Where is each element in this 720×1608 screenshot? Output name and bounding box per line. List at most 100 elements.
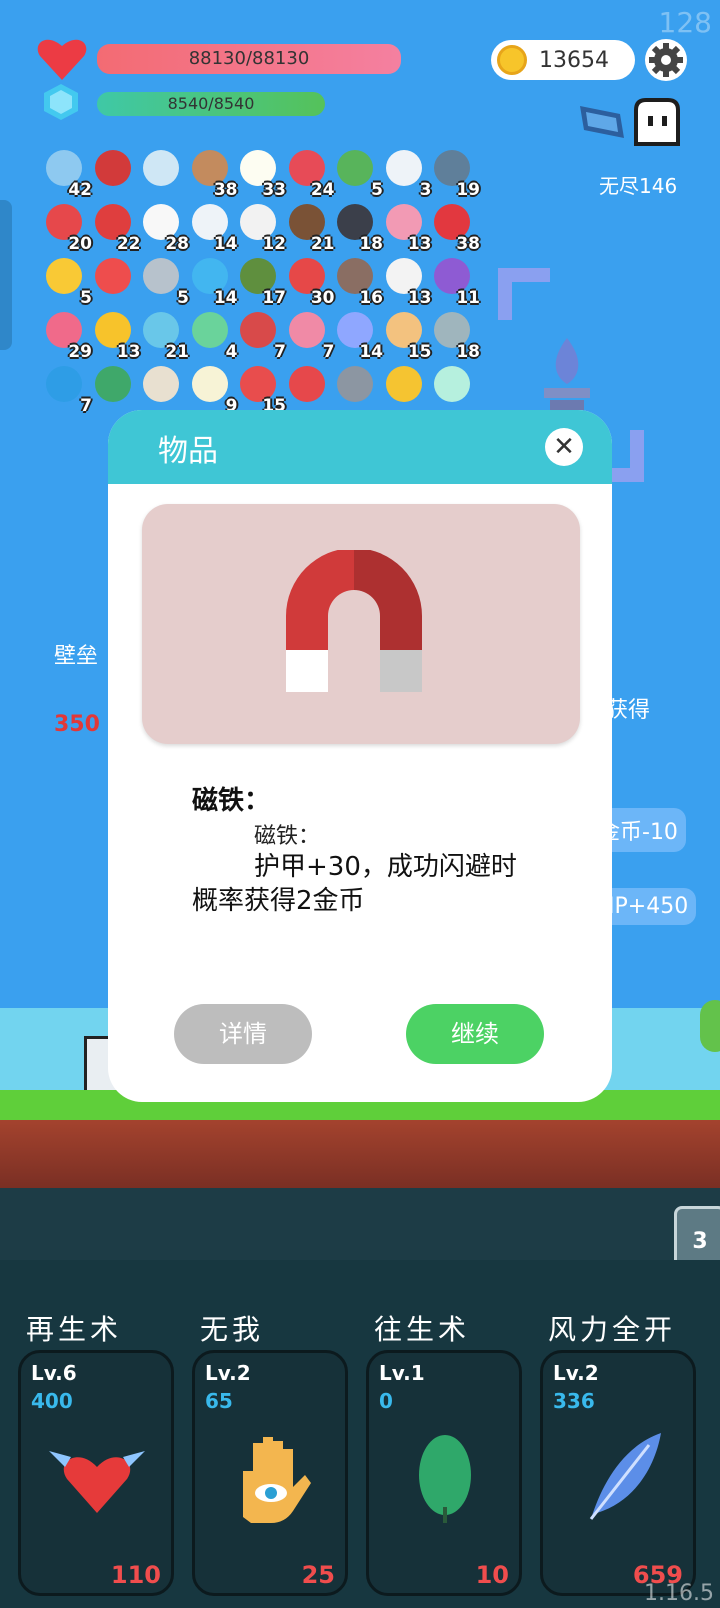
magnet-icon[interactable] — [91, 148, 137, 194]
tent-icon[interactable] — [91, 364, 137, 410]
badge-shield-icon[interactable]: 11 — [430, 256, 480, 308]
item-shape — [288, 366, 325, 402]
sun-orb-icon[interactable]: 5 — [42, 256, 92, 308]
lightbulb-icon[interactable]: 9 — [188, 364, 238, 416]
axe-icon[interactable] — [333, 364, 379, 410]
detail-button[interactable]: 详情 — [174, 1004, 312, 1064]
grenade-icon[interactable]: 17 — [236, 256, 286, 308]
ghost-icon[interactable] — [632, 98, 682, 148]
capsule-icon[interactable]: 15 — [236, 364, 286, 416]
tape-roll-icon[interactable]: 18 — [430, 310, 480, 362]
lamp-card-icon[interactable] — [430, 364, 476, 410]
item-count: 13 — [407, 234, 432, 254]
item-description: 护甲+30，成功闪避时概率获得2金币 — [192, 852, 517, 916]
skill-card[interactable]: Lv.2 65 25 — [192, 1350, 348, 1596]
chat-bubble-icon[interactable]: 14 — [188, 256, 238, 308]
item-shape — [337, 150, 373, 186]
skill-level: Lv.6 — [31, 1361, 77, 1385]
map-flag-icon[interactable] — [572, 100, 630, 150]
version-label: 1.16.5 — [644, 1581, 714, 1606]
potion-icon[interactable]: 21 — [139, 310, 189, 362]
item-count: 15 — [407, 342, 432, 362]
eye-hand-icon — [223, 1427, 319, 1527]
percent-card-icon[interactable] — [91, 256, 137, 302]
campfire-icon — [544, 338, 590, 410]
item-shape — [434, 366, 470, 402]
skill-level: Lv.2 — [205, 1361, 251, 1385]
crystal-icon — [44, 84, 78, 120]
apple-icon[interactable]: 38 — [430, 202, 480, 254]
item-name: 磁铁： — [192, 786, 271, 816]
crest-shield-icon[interactable]: 7 — [236, 310, 286, 362]
item-shape — [385, 150, 422, 186]
flower-icon[interactable]: 28 — [139, 202, 189, 254]
item-shape — [191, 366, 228, 402]
skill-value: 65 — [205, 1389, 233, 1413]
hand-icon[interactable]: 15 — [382, 310, 432, 362]
magnifier-icon[interactable] — [139, 148, 185, 194]
skill-cost: 25 — [301, 1561, 335, 1589]
item-shape — [94, 150, 131, 186]
winged-heart-icon — [49, 1427, 145, 1527]
item-count: 11 — [456, 288, 480, 308]
item-count: 24 — [310, 180, 335, 200]
ghost-icon[interactable]: 4 — [188, 310, 238, 362]
item-count: 13 — [407, 288, 432, 308]
gear-icon[interactable] — [644, 38, 688, 82]
skill-level: Lv.2 — [553, 1361, 599, 1385]
spray-bottle-icon[interactable]: 7 — [285, 310, 335, 362]
corner-counter: 128 — [658, 6, 712, 39]
sword-icon[interactable]: 5 — [139, 256, 189, 308]
item-shape — [337, 366, 373, 402]
sunflower-icon[interactable]: 13 — [91, 310, 141, 362]
skill-value: 0 — [379, 1389, 393, 1413]
item-count: 28 — [165, 234, 189, 254]
ice-cream-icon[interactable]: 13 — [382, 202, 432, 254]
item-shape — [143, 366, 179, 402]
leaf-icon — [397, 1427, 493, 1527]
item-count: 18 — [359, 234, 383, 254]
cauldron-icon[interactable]: 18 — [333, 202, 383, 254]
coconut-icon[interactable]: 21 — [285, 202, 335, 254]
item-shape — [143, 258, 179, 294]
heart-icon[interactable]: 20 — [42, 202, 92, 254]
item-count: 30 — [310, 288, 335, 308]
clipboard-icon[interactable]: 13 — [382, 256, 432, 308]
item-count: 14 — [213, 234, 238, 254]
item-shape — [46, 258, 82, 294]
fried-egg-icon[interactable]: 33 — [236, 148, 286, 200]
skill-card[interactable]: Lv.1 0 10 — [366, 1350, 522, 1596]
pill-icon[interactable]: 14 — [333, 310, 383, 362]
tombstone-icon[interactable]: 16 — [333, 256, 383, 308]
heart-small-icon[interactable] — [285, 364, 331, 410]
watermelon-icon[interactable]: 24 — [285, 148, 335, 200]
skill-card[interactable]: Lv.2 336 659 — [540, 1350, 696, 1596]
cash-icon[interactable]: 5 — [333, 148, 383, 200]
strawberry-icon[interactable]: 22 — [91, 202, 141, 254]
item-count: 29 — [68, 342, 92, 362]
continue-button[interactable]: 继续 — [406, 1004, 544, 1064]
gem-icon[interactable]: 7 — [42, 364, 92, 416]
cards-icon[interactable]: 12 — [236, 202, 286, 254]
shield-icon[interactable]: 19 — [430, 148, 480, 200]
item-count: 14 — [359, 342, 383, 362]
cloud-icon[interactable]: 3 — [382, 148, 432, 200]
heart-icon — [37, 39, 87, 80]
coin-counter: 13654 — [491, 40, 635, 80]
side-drawer-handle[interactable] — [0, 200, 12, 350]
skill-card[interactable]: Lv.6 400 110 — [18, 1350, 174, 1596]
star-card-icon[interactable]: 42 — [42, 148, 92, 200]
sock-icon[interactable]: 30 — [285, 256, 335, 308]
item-desc-subtitle: 磁铁： — [254, 824, 321, 849]
item-shape — [240, 312, 276, 348]
cloud-icon[interactable]: 14 — [188, 202, 238, 254]
item-shape — [46, 366, 82, 402]
skill-title: 再生术 — [26, 1313, 123, 1346]
close-button[interactable]: ✕ — [545, 428, 583, 466]
crown-icon[interactable] — [382, 364, 428, 410]
donut-icon[interactable]: 38 — [188, 148, 238, 200]
item-count: 21 — [165, 342, 189, 362]
noose-icon[interactable] — [139, 364, 185, 410]
jam-jar-icon[interactable]: 29 — [42, 310, 92, 362]
dirt-strip — [0, 1120, 720, 1188]
